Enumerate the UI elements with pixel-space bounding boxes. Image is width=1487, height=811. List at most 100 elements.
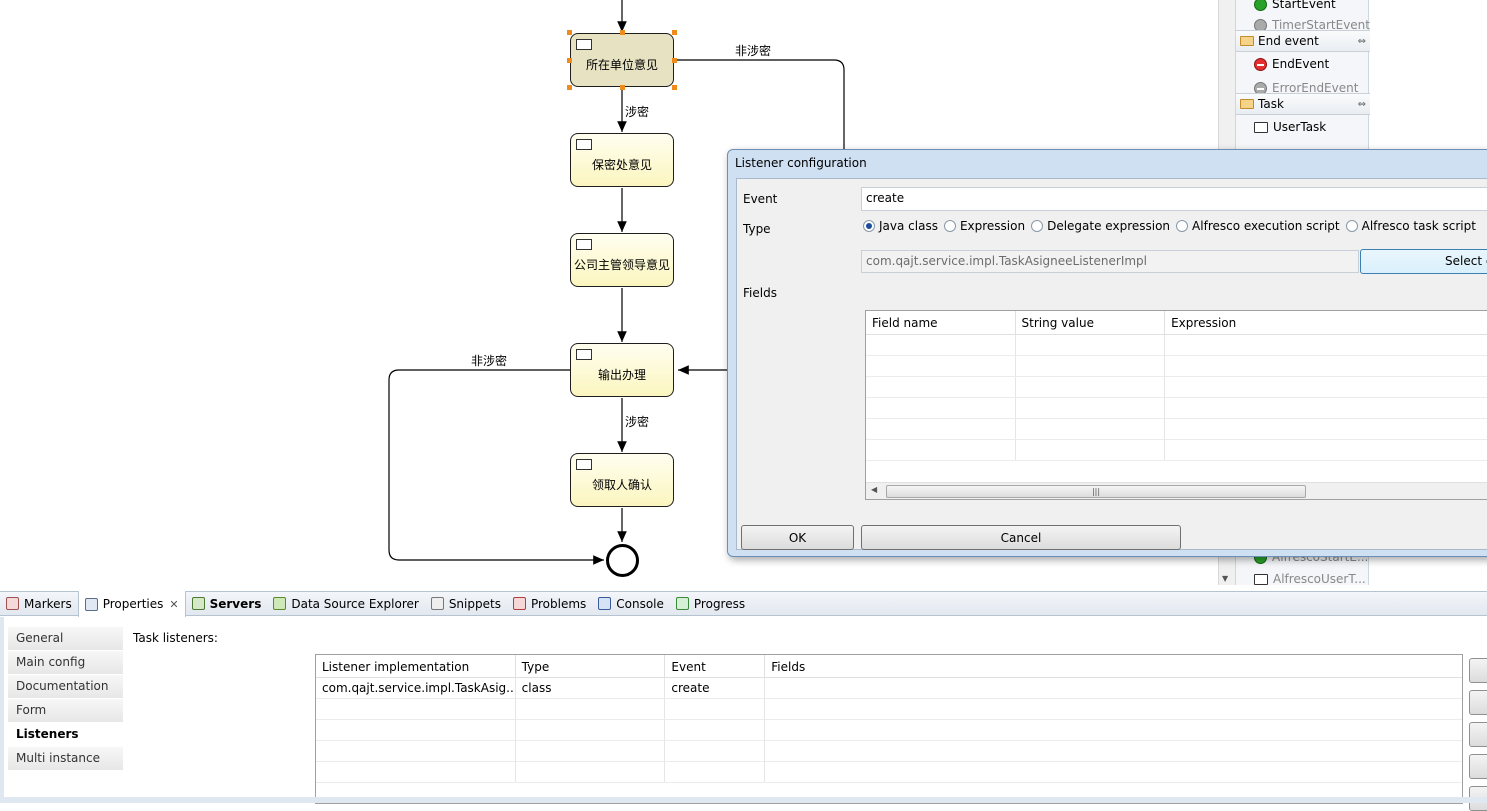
selection-handle[interactable] <box>672 85 677 90</box>
table-row[interactable] <box>316 741 1462 762</box>
column-header-fields[interactable]: Fields <box>765 655 1462 677</box>
table-row[interactable] <box>316 720 1462 741</box>
radio-label: Expression <box>959 219 1026 233</box>
radio-label: Delegate expression <box>1047 219 1171 233</box>
task-baomichu[interactable]: 保密处意见 <box>570 133 674 187</box>
column-header-event[interactable]: Event <box>665 655 766 677</box>
nav-general[interactable]: General <box>8 627 123 651</box>
scrollbar-thumb[interactable]: ||| <box>886 485 1306 498</box>
radio-alfresco-task-script[interactable]: Alfresco task script <box>1345 219 1476 233</box>
console-icon <box>598 597 612 610</box>
properties-icon <box>84 597 98 611</box>
selection-handle[interactable] <box>567 85 572 90</box>
edit-listener-button[interactable] <box>1469 690 1487 715</box>
palette-item-user-task[interactable]: UserTask <box>1254 116 1326 138</box>
flow-label[interactable]: 非涉密 <box>735 42 771 59</box>
collapse-icon[interactable]: ⇔ <box>1358 99 1366 110</box>
palette-group-end-event[interactable]: End event ⇔ <box>1236 30 1370 52</box>
markers-icon <box>6 597 19 610</box>
collapse-icon[interactable]: ⇔ <box>1358 36 1366 47</box>
selection-handle[interactable] <box>567 58 572 63</box>
flow-label[interactable]: 涉密 <box>625 103 649 120</box>
close-icon[interactable]: ✕ <box>169 598 178 611</box>
radio-expression[interactable]: Expression <box>943 219 1026 233</box>
tab-label: Markers <box>24 596 72 611</box>
table-row[interactable] <box>316 762 1462 783</box>
task-linqu-queren[interactable]: 领取人确认 <box>570 453 674 507</box>
task-shuchu-banli[interactable]: 输出办理 <box>570 343 674 397</box>
fields-table[interactable]: Field name String value Expression ◀ ||| <box>865 310 1487 500</box>
scroll-left-icon[interactable]: ◀ <box>871 485 877 494</box>
table-row[interactable] <box>866 335 1487 356</box>
task-gongsi-lingdao[interactable]: 公司主管领导意见 <box>570 233 674 287</box>
selection-handle[interactable] <box>620 30 625 35</box>
column-header-string-value[interactable]: String value <box>1016 311 1166 334</box>
user-task-icon <box>576 349 592 360</box>
tab-servers[interactable]: Servers <box>186 591 268 616</box>
tab-data-source-explorer[interactable]: Data Source Explorer <box>267 591 424 616</box>
table-row[interactable] <box>866 356 1487 377</box>
radio-alfresco-execution-script[interactable]: Alfresco execution script <box>1176 219 1340 233</box>
tab-label: Console <box>616 596 664 611</box>
tab-snippets[interactable]: Snippets <box>425 591 507 616</box>
flow-label[interactable]: 涉密 <box>625 413 649 430</box>
selection-handle[interactable] <box>672 30 677 35</box>
remove-listener-button[interactable] <box>1469 722 1487 747</box>
column-header-listener-implementation[interactable]: Listener implementation <box>316 655 516 677</box>
palette-item-alfresco-user[interactable]: AlfrescoUserT... <box>1254 568 1366 590</box>
table-row[interactable] <box>866 440 1487 461</box>
nav-main-config[interactable]: Main config <box>8 651 123 675</box>
event-label: Event <box>743 192 778 206</box>
data-source-icon <box>273 597 287 610</box>
column-header-type[interactable]: Type <box>516 655 666 677</box>
scroll-down-icon[interactable]: ▼ <box>1222 574 1228 583</box>
tab-console[interactable]: Console <box>592 591 670 616</box>
palette-item-label: StartEvent <box>1272 0 1336 11</box>
column-header-expression[interactable]: Expression <box>1165 311 1487 334</box>
tab-problems[interactable]: Problems <box>507 591 592 616</box>
radio-java-class[interactable]: Java class <box>863 219 938 233</box>
palette-group-task[interactable]: Task ⇔ <box>1236 93 1370 115</box>
table-row[interactable] <box>866 419 1487 440</box>
palette-item-start-event[interactable]: StartEvent <box>1254 0 1336 15</box>
palette-group-label: End event <box>1258 34 1319 48</box>
selection-handle[interactable] <box>672 58 677 63</box>
event-field[interactable]: create <box>861 187 1487 211</box>
table-row[interactable]: com.qajt.service.impl.TaskAsig... class … <box>316 678 1462 699</box>
move-up-button[interactable] <box>1469 754 1487 779</box>
ok-button[interactable]: OK <box>741 525 854 550</box>
radio-label: Alfresco execution script <box>1192 219 1340 233</box>
table-row[interactable] <box>866 398 1487 419</box>
tab-label: Problems <box>530 596 587 611</box>
flow-label[interactable]: 非涉密 <box>471 352 507 369</box>
tab-markers[interactable]: Markers <box>0 591 78 616</box>
snippets-icon <box>430 597 444 610</box>
listener-configuration-dialog: Listener configuration Event create Type… <box>727 149 1487 557</box>
add-listener-button[interactable] <box>1469 658 1487 683</box>
table-row[interactable] <box>316 699 1462 720</box>
nav-documentation[interactable]: Documentation <box>8 675 123 699</box>
tab-progress[interactable]: Progress <box>670 591 751 616</box>
cancel-button[interactable]: Cancel <box>861 525 1181 550</box>
end-event[interactable] <box>606 544 639 577</box>
nav-listeners[interactable]: Listeners <box>8 723 123 747</box>
palette-item-end-event[interactable]: EndEvent <box>1254 53 1329 75</box>
palette-item-label: AlfrescoUserT... <box>1273 572 1366 586</box>
user-task-icon <box>1254 121 1268 133</box>
table-row[interactable] <box>866 377 1487 398</box>
tab-properties[interactable]: Properties ✕ <box>77 591 186 617</box>
task-label: 所在单位意见 <box>585 57 658 72</box>
horizontal-scrollbar[interactable]: ◀ ||| <box>866 482 1487 499</box>
nav-form[interactable]: Form <box>8 699 123 723</box>
selection-handle[interactable] <box>620 85 625 90</box>
column-header-field-name[interactable]: Field name <box>866 311 1016 334</box>
user-task-icon <box>576 459 592 470</box>
radio-delegate-expression[interactable]: Delegate expression <box>1031 219 1170 233</box>
task-listeners-table[interactable]: Listener implementation Type Event Field… <box>315 654 1463 804</box>
selection-handle[interactable] <box>567 30 572 35</box>
select-class-button[interactable]: Select class <box>1360 249 1487 274</box>
nav-multi-instance[interactable]: Multi instance <box>8 747 123 771</box>
class-name-field[interactable]: com.qajt.service.impl.TaskAsigneeListene… <box>861 250 1359 273</box>
properties-view: General Main config Documentation Form L… <box>0 617 1487 811</box>
task-suozai-danwei[interactable]: 所在单位意见 <box>570 33 674 87</box>
